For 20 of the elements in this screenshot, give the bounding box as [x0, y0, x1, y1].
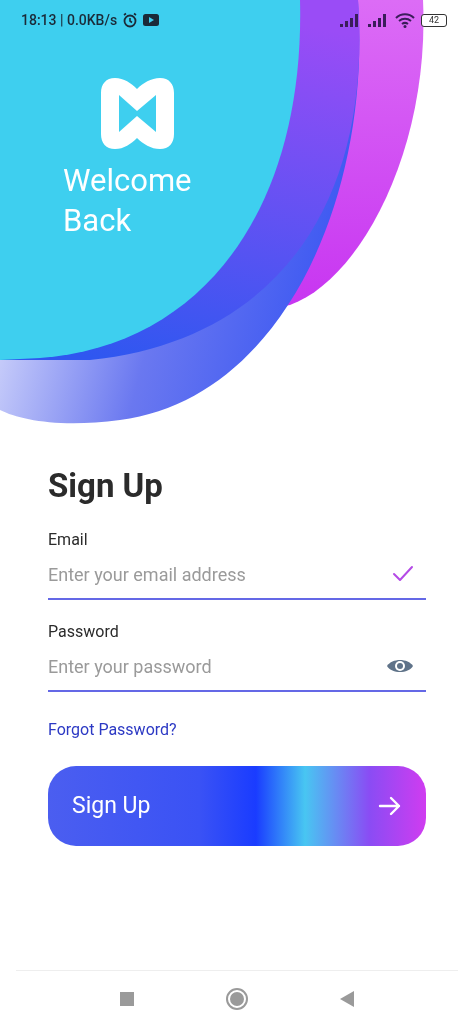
sign-up-button[interactable]: Sign Up [48, 766, 426, 846]
forgot-password-link[interactable]: Forgot Password? [48, 718, 177, 742]
eye-icon[interactable] [386, 657, 414, 675]
signal-icon [367, 13, 389, 27]
status-time: 18:13 | 0.0KB/s [21, 10, 118, 30]
input-field[interactable]: Enter your email address [48, 560, 392, 588]
checkmark-icon [392, 565, 414, 583]
back-button[interactable] [340, 991, 354, 1007]
signal-icon [339, 13, 361, 27]
video-icon [143, 14, 160, 26]
home-button[interactable] [226, 988, 248, 1010]
field-label: Password [48, 622, 120, 642]
form-title: Sign Up [48, 466, 164, 506]
alarm-icon [122, 12, 139, 28]
welcome-title: Welcome Back [63, 161, 193, 241]
field-label: Email [48, 530, 89, 550]
arrow-right-icon [378, 796, 402, 816]
wifi-icon [395, 12, 415, 28]
battery-icon: 42 [421, 13, 447, 27]
input-field[interactable]: Enter your password [48, 652, 386, 680]
